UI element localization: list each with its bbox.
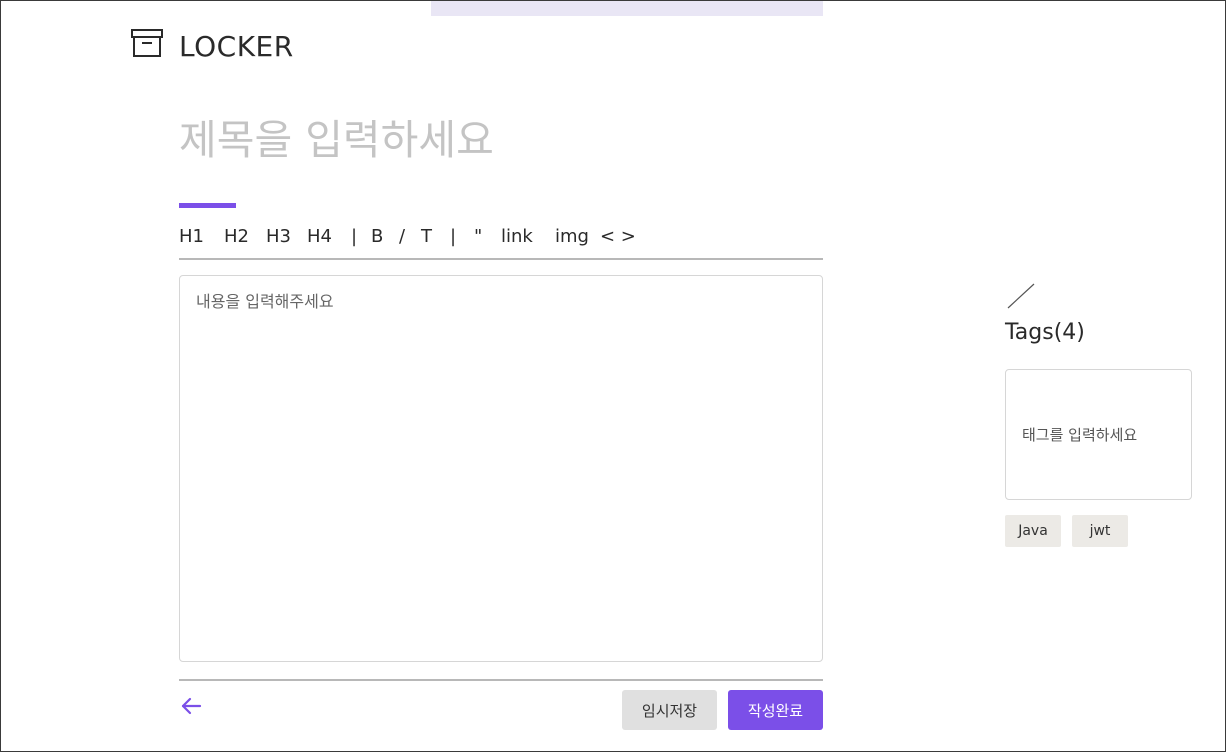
toolbar-separator: | [450, 226, 457, 247]
toolbar-h3-button[interactable]: H3 [266, 226, 291, 247]
toolbar-strike-button[interactable]: T [421, 226, 432, 247]
toolbar-h4-button[interactable]: H4 [307, 226, 332, 247]
save-draft-button[interactable]: 임시저장 [622, 690, 717, 730]
slash-icon [1006, 282, 1036, 310]
top-strip [431, 1, 823, 16]
content-textarea[interactable] [180, 276, 822, 661]
tag-chip-jwt[interactable]: jwt [1072, 515, 1128, 547]
tags-title: Tags(4) [1005, 320, 1085, 345]
toolbar-h1-button[interactable]: H1 [179, 226, 204, 247]
tag-input-box [1005, 369, 1192, 500]
footer-divider [179, 679, 823, 681]
logo-text: LOCKER [179, 30, 294, 63]
content-editor [179, 275, 823, 662]
title-input[interactable] [179, 110, 823, 170]
logo[interactable]: LOCKER [131, 28, 293, 63]
toolbar-quote-button[interactable]: " [474, 226, 482, 247]
archive-box-icon [131, 28, 163, 58]
arrow-left-icon[interactable] [179, 694, 205, 718]
toolbar-h2-button[interactable]: H2 [224, 226, 249, 247]
tag-input[interactable] [1006, 370, 1191, 499]
tag-chip-java[interactable]: Java [1005, 515, 1061, 547]
toolbar-bold-button[interactable]: B [371, 226, 383, 247]
toolbar-separator: | [351, 226, 358, 247]
editor-toolbar: H1 H2 H3 H4 | B / T | " link img < > [179, 224, 823, 260]
toolbar-italic-button[interactable]: / [399, 226, 405, 247]
toolbar-link-button[interactable]: link [501, 226, 533, 247]
toolbar-image-button[interactable]: img [555, 226, 589, 247]
title-underline [179, 203, 236, 208]
publish-button[interactable]: 작성완료 [728, 690, 823, 730]
toolbar-code-button[interactable]: < > [600, 226, 636, 247]
